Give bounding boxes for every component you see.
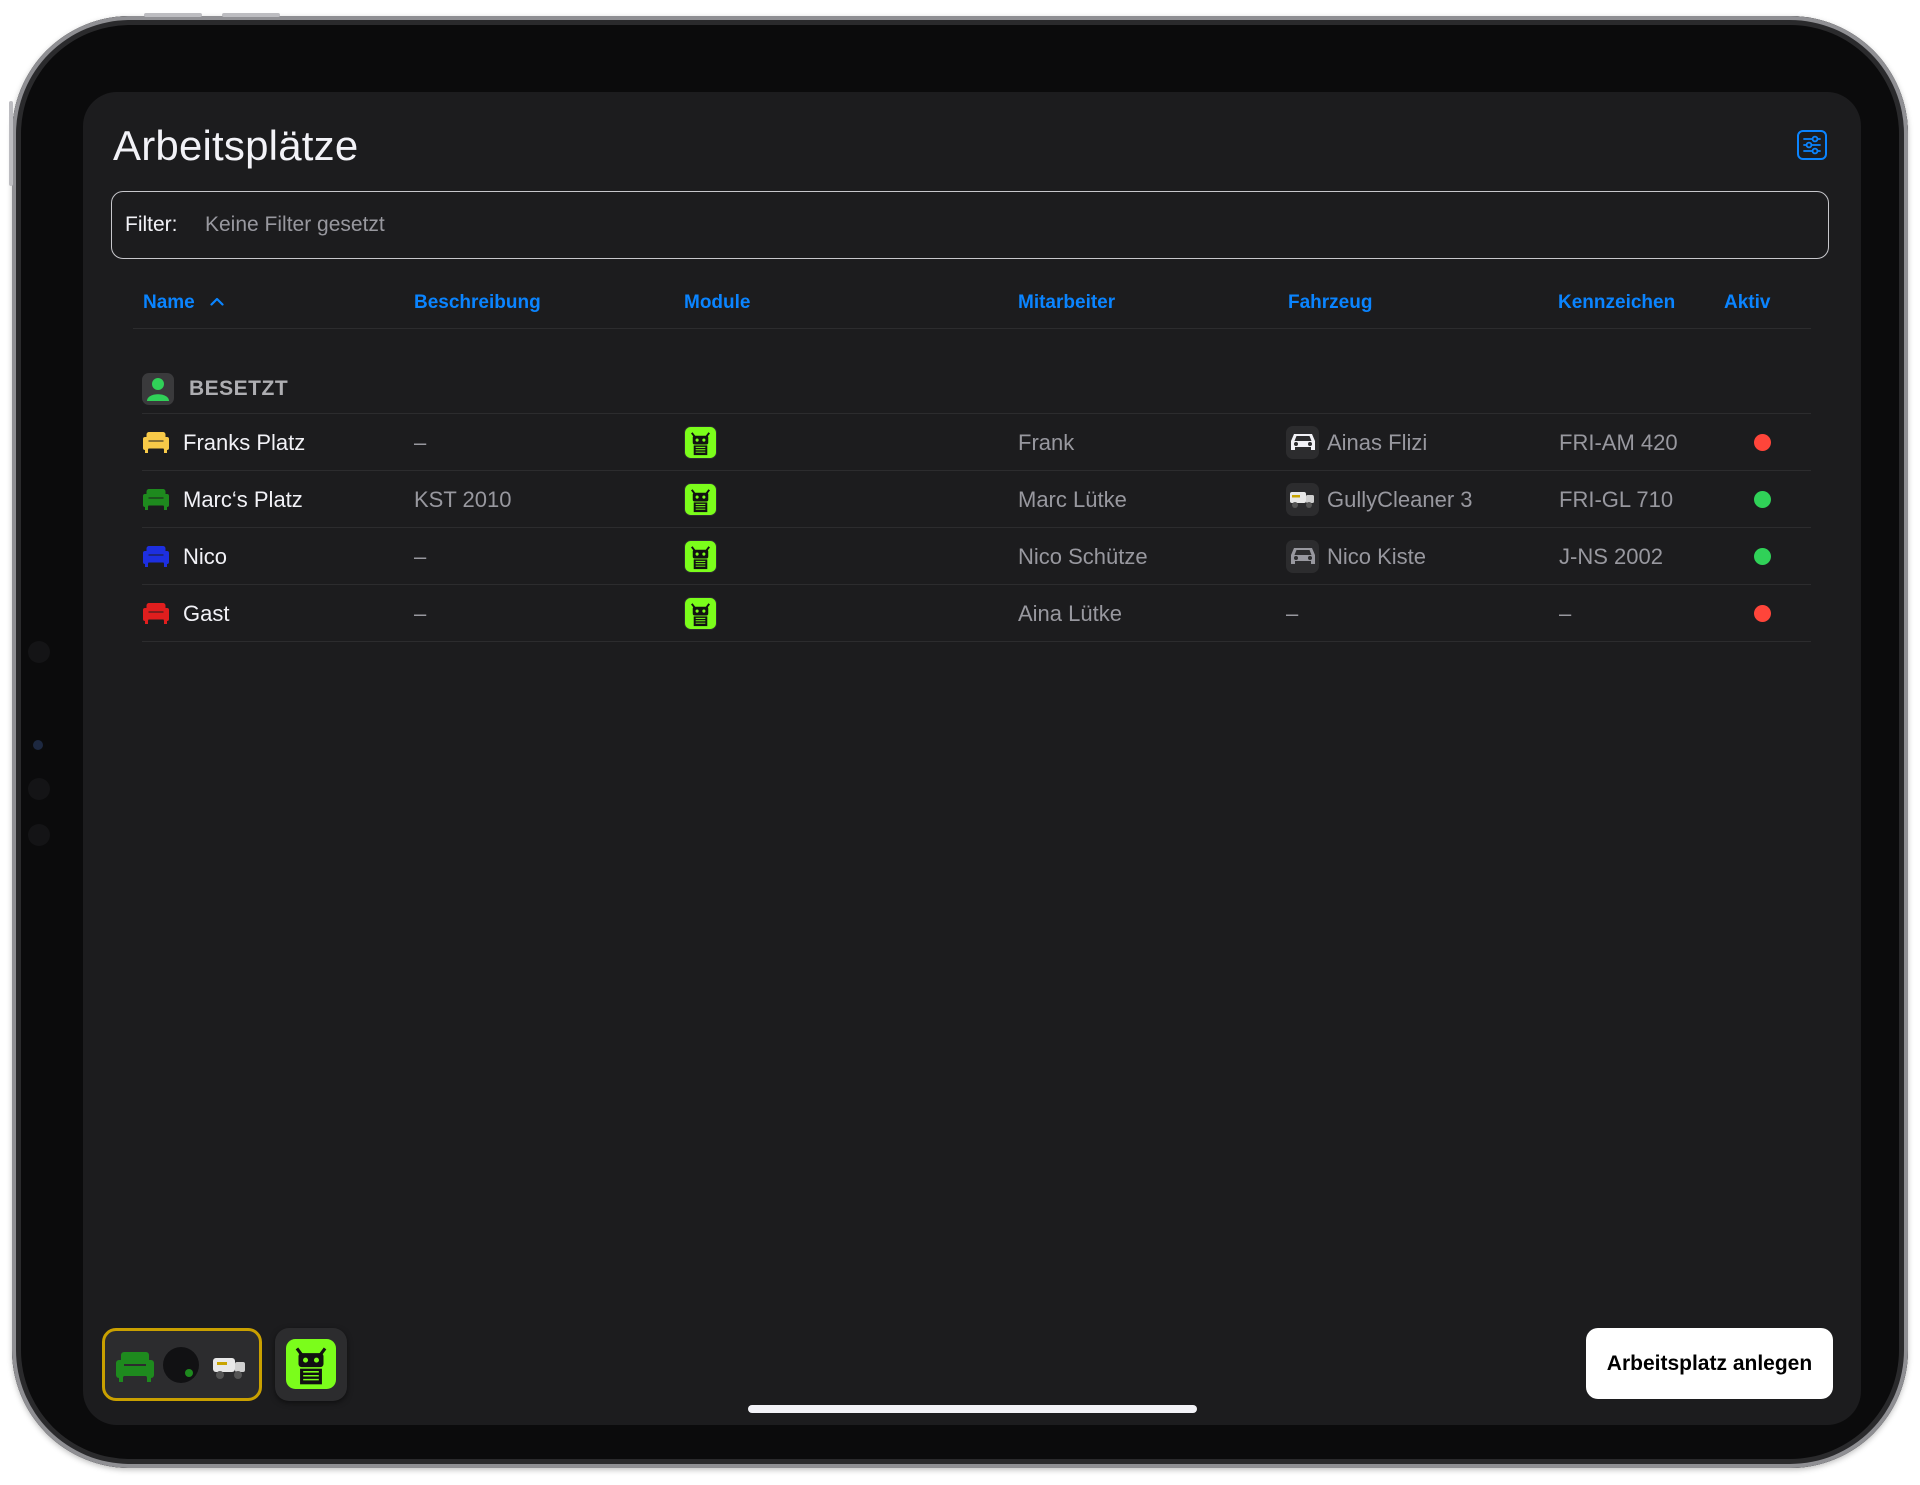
active-status-indicator[interactable]	[1754, 491, 1771, 508]
app-screen: Arbeitsplätze Filter: Name	[83, 92, 1861, 1425]
robot-module-icon[interactable]	[684, 597, 717, 630]
column-header-description[interactable]: Beschreibung	[414, 292, 541, 314]
armchair-icon	[116, 1352, 154, 1382]
row-description: –	[414, 430, 427, 455]
table-row[interactable]: Nico – Nico Schütze Nico Kiste J-NS 2002	[83, 528, 1861, 585]
row-plate: J-NS 2002	[1559, 544, 1663, 569]
create-workplace-button[interactable]: Arbeitsplatz anlegen	[1586, 1328, 1833, 1399]
row-plate: FRI-GL 710	[1559, 487, 1674, 512]
active-status-indicator[interactable]	[1754, 434, 1771, 451]
active-status-indicator[interactable]	[1754, 548, 1771, 565]
row-vehicle: Nico Kiste	[1327, 544, 1427, 569]
armchair-icon	[143, 486, 169, 515]
table-row[interactable]: Gast – Aina Lütke – –	[83, 585, 1861, 642]
row-description: –	[414, 544, 427, 569]
column-header-name[interactable]: Name	[143, 292, 224, 314]
camera-icon	[33, 740, 43, 750]
row-divider	[142, 641, 1811, 642]
row-vehicle: –	[1286, 601, 1299, 626]
current-workspace-chip[interactable]	[102, 1328, 262, 1401]
section-person-icon-box	[142, 373, 174, 405]
active-status-indicator[interactable]	[1754, 605, 1771, 622]
row-vehicle: GullyCleaner 3	[1327, 487, 1473, 512]
row-plate: –	[1559, 601, 1572, 626]
row-name: Gast	[183, 601, 230, 626]
side-button	[9, 101, 13, 186]
side-sensor-2	[28, 778, 50, 800]
row-vehicle: Ainas Flizi	[1327, 430, 1428, 455]
header-divider	[133, 328, 1811, 329]
column-header-plate[interactable]: Kennzeichen	[1558, 292, 1675, 314]
column-header-employee[interactable]: Mitarbeiter	[1018, 292, 1115, 314]
row-employee: Nico Schütze	[1018, 544, 1148, 569]
row-name: Marc‘s Platz	[183, 487, 303, 512]
table-row[interactable]: Franks Platz – Frank Ainas Flizi FRI-AM 420	[83, 414, 1861, 471]
robot-module-icon[interactable]	[684, 426, 717, 459]
row-name: Franks Platz	[183, 430, 306, 455]
row-plate: FRI-AM 420	[1559, 430, 1678, 455]
side-sensor-3	[28, 824, 50, 846]
truck-icon	[1286, 483, 1319, 516]
home-indicator[interactable]	[748, 1405, 1197, 1413]
robot-module-icon[interactable]	[684, 540, 717, 573]
robot-module-icon	[286, 1339, 336, 1389]
column-header-vehicle[interactable]: Fahrzeug	[1288, 292, 1372, 314]
person-icon	[147, 378, 169, 401]
ipad-frame: Arbeitsplätze Filter: Name	[9, 13, 1908, 1468]
row-name: Nico	[183, 544, 228, 569]
top-button-1	[144, 13, 202, 17]
top-button-2	[222, 13, 280, 17]
workplace-table: Name Beschreibung Module Mitarbeiter Fah…	[83, 92, 1861, 652]
column-header-active[interactable]: Aktiv	[1724, 292, 1770, 314]
car-icon	[1286, 426, 1319, 459]
car-icon	[1286, 540, 1319, 573]
armchair-icon	[143, 600, 169, 629]
section-label: BESETZT	[189, 377, 289, 400]
chevron-up-icon	[210, 297, 224, 306]
armchair-icon	[143, 543, 169, 572]
column-header-modules[interactable]: Module	[684, 292, 751, 314]
truck-icon	[213, 1358, 245, 1379]
column-header-name-label: Name	[143, 292, 195, 313]
armchair-icon	[143, 429, 169, 458]
module-chip[interactable]	[275, 1328, 347, 1401]
row-description: KST 2010	[414, 487, 512, 512]
robot-module-icon[interactable]	[684, 483, 717, 516]
row-employee: Frank	[1018, 430, 1075, 455]
row-description: –	[414, 601, 427, 626]
table-row[interactable]: Marc‘s Platz KST 2010 Marc Lütke GullyClean…	[83, 471, 1861, 528]
side-sensor-1	[28, 641, 50, 663]
row-employee: Marc Lütke	[1018, 487, 1127, 512]
row-employee: Aina Lütke	[1018, 601, 1122, 626]
status-dot-icon	[163, 1347, 199, 1383]
